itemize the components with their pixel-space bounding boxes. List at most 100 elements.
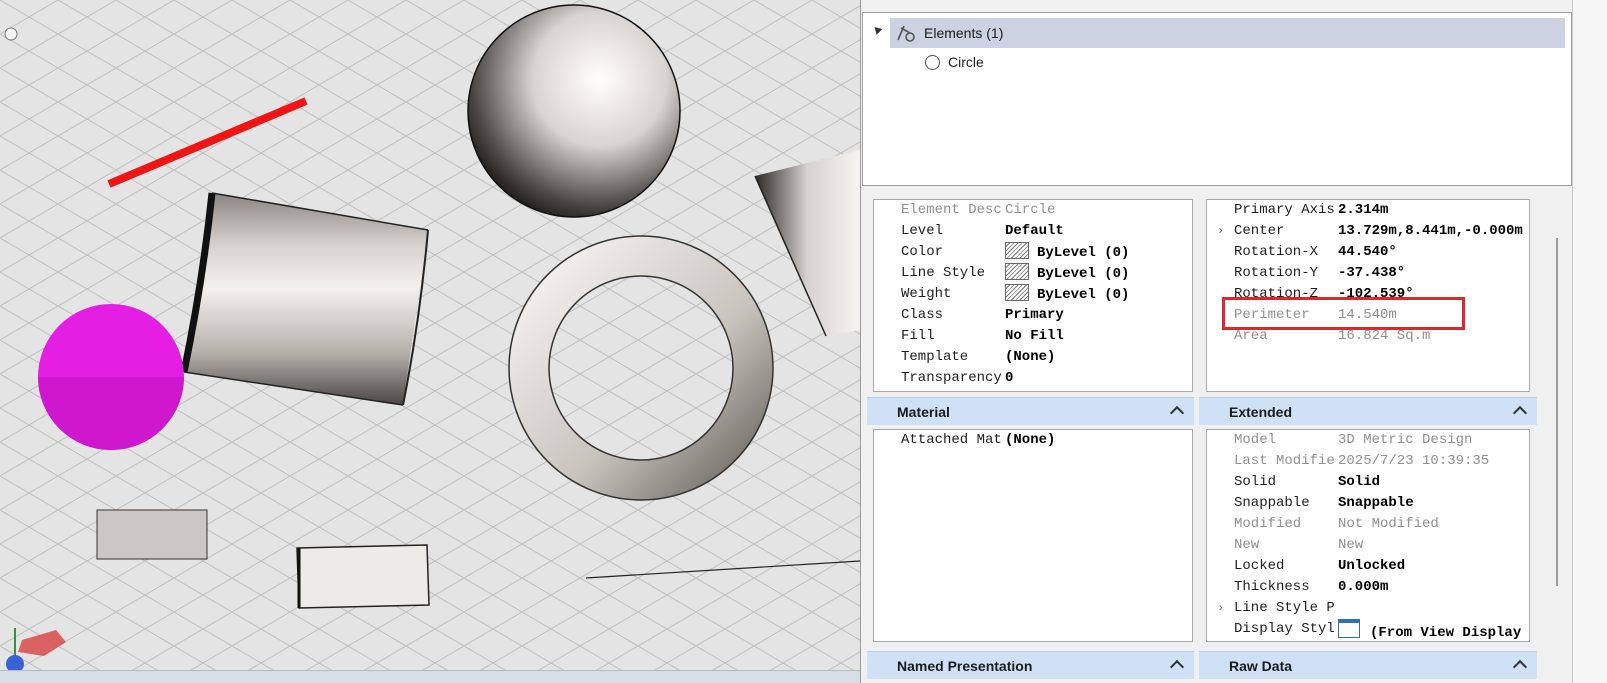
property-label: Color [901, 244, 944, 260]
magenta-sphere[interactable] [38, 304, 184, 450]
property-value[interactable]: 0 [1005, 368, 1192, 389]
property-value-text: 2.314m [1338, 202, 1389, 218]
property-label: Last Modified [1234, 453, 1334, 469]
named-presentation-title: Named Presentation [897, 658, 1033, 674]
property-value[interactable]: 2025/7/23 10:39:35 [1338, 451, 1529, 472]
property-value-text: 13.729m,8.441m,-0.000m [1338, 223, 1523, 239]
design-viewport[interactable] [0, 0, 860, 683]
property-row[interactable]: Snappable Snappable [1207, 493, 1529, 514]
property-value[interactable]: ByLevel (0) [1005, 263, 1192, 284]
property-row[interactable]: Display Style (From View Display [1207, 619, 1529, 640]
property-row[interactable]: New New [1207, 535, 1529, 556]
property-label: Level [901, 223, 944, 239]
collapse-chevron-icon[interactable] [1512, 659, 1528, 675]
sphere[interactable] [467, 4, 681, 218]
property-row[interactable]: Last Modified 2025/7/23 10:39:35 [1207, 451, 1529, 472]
property-value-text: -37.438° [1338, 265, 1406, 281]
property-row[interactable]: Level Default [874, 221, 1192, 242]
gray-box[interactable] [96, 509, 208, 560]
property-label: Rotation-X [1234, 244, 1319, 260]
cylinder[interactable] [180, 192, 429, 406]
geometry-properties-grid[interactable]: Primary Axis 2.314m › Center 13.729m,8.441m,… [1206, 199, 1530, 392]
elements-icon [897, 25, 915, 42]
collapse-chevron-icon[interactable] [1512, 405, 1528, 421]
expand-chevron-icon[interactable]: › [1217, 598, 1224, 619]
property-row[interactable]: Line Style ByLevel (0) [874, 263, 1192, 284]
property-value[interactable]: New [1338, 535, 1529, 556]
property-row[interactable]: Modified Not Modified [1207, 514, 1529, 535]
property-value[interactable]: Unlocked [1338, 556, 1529, 577]
property-row[interactable]: Solid Solid [1207, 472, 1529, 493]
tree-child-label: Circle [948, 54, 984, 70]
property-value-text: (None) [1005, 432, 1056, 448]
collapse-chevron-icon[interactable] [1169, 659, 1185, 675]
property-row[interactable]: Primary Axis 2.314m [1207, 200, 1529, 221]
property-value[interactable]: (None) [1005, 430, 1192, 451]
extended-properties-grid[interactable]: Model 3D Metric Design Last Modified 2025/7… [1206, 429, 1530, 642]
property-value[interactable]: Primary [1005, 305, 1192, 326]
collapse-arrow-icon[interactable] [871, 24, 883, 35]
viewport-status-bar [0, 670, 860, 683]
property-row[interactable]: Color ByLevel (0) [874, 242, 1192, 263]
property-row[interactable]: Rotation-Y -37.438° [1207, 263, 1529, 284]
property-row[interactable]: Transparency 0 [874, 368, 1192, 389]
property-value[interactable]: Default [1005, 221, 1192, 242]
property-label: Primary Axis [1234, 202, 1334, 218]
property-value[interactable]: 13.729m,8.441m,-0.000m [1338, 221, 1529, 242]
property-value[interactable]: 3D Metric Design [1338, 430, 1529, 451]
property-value[interactable]: (From View Display [1338, 619, 1529, 640]
property-value[interactable]: -37.438° [1338, 263, 1529, 284]
property-value[interactable]: 44.540° [1338, 242, 1529, 263]
property-label: Template [901, 349, 969, 365]
panel-scrollbar[interactable] [1556, 238, 1558, 586]
property-value[interactable]: ByLevel (0) [1005, 242, 1192, 263]
property-value[interactable]: No Fill [1005, 326, 1192, 347]
property-row[interactable]: › Line Style Pa [1207, 598, 1529, 619]
material-section-header[interactable]: Material [867, 397, 1194, 425]
white-box[interactable] [296, 544, 430, 609]
property-row[interactable]: Rotation-X 44.540° [1207, 242, 1529, 263]
property-value[interactable]: Snappable [1338, 493, 1529, 514]
property-value[interactable]: 2.314m [1338, 200, 1529, 221]
property-row[interactable]: Attached Mate (None) [874, 430, 1192, 451]
property-row[interactable]: Element Descr Circle [874, 200, 1192, 221]
property-value[interactable]: Not Modified [1338, 514, 1529, 535]
tree-item-elements[interactable]: Elements (1) [890, 18, 1565, 48]
property-row[interactable]: Model 3D Metric Design [1207, 430, 1529, 451]
property-value[interactable]: (None) [1005, 347, 1192, 368]
property-row[interactable]: Locked Unlocked [1207, 556, 1529, 577]
expand-chevron-icon[interactable]: › [1217, 221, 1224, 242]
extended-section-header[interactable]: Extended [1199, 397, 1537, 425]
property-row[interactable]: Class Primary [874, 305, 1192, 326]
general-properties-grid[interactable]: Element Descr Circle Level Default Color ByLe… [873, 199, 1193, 392]
property-value-text: 16.824 Sq.m [1338, 328, 1431, 344]
collapse-chevron-icon[interactable] [1169, 405, 1185, 421]
property-value-text: Solid [1338, 474, 1381, 490]
property-value[interactable]: Circle [1005, 200, 1192, 221]
property-row[interactable]: Fill No Fill [874, 326, 1192, 347]
property-row[interactable]: Thickness 0.000m [1207, 577, 1529, 598]
property-row[interactable]: › Center 13.729m,8.441m,-0.000m [1207, 221, 1529, 242]
property-label: Center [1234, 223, 1285, 239]
property-value-text: 0.000m [1338, 579, 1389, 595]
viewport-canvas[interactable] [0, 0, 860, 683]
property-value[interactable]: 0.000m [1338, 577, 1529, 598]
material-section-title: Material [897, 404, 950, 420]
element-tree[interactable]: Elements (1) Circle [862, 12, 1572, 186]
property-value-text: 2025/7/23 10:39:35 [1338, 453, 1490, 469]
tree-item-circle[interactable]: Circle [923, 47, 984, 77]
property-label: Solid [1234, 474, 1277, 490]
raw-data-section-header[interactable]: Raw Data [1199, 651, 1537, 679]
property-value[interactable]: Solid [1338, 472, 1529, 493]
property-label: Weight [901, 286, 952, 302]
property-value-text: (None) [1005, 349, 1056, 365]
bylevel-swatch-icon [1005, 263, 1029, 280]
property-label: Rotation-Y [1234, 265, 1319, 281]
property-row[interactable]: Template (None) [874, 347, 1192, 368]
named-presentation-section-header[interactable]: Named Presentation [867, 651, 1194, 679]
property-label: Thickness [1234, 579, 1310, 595]
material-properties-grid[interactable]: Attached Mate (None) [873, 429, 1193, 642]
circle-icon [925, 54, 940, 70]
property-value[interactable]: ByLevel (0) [1005, 284, 1192, 305]
property-row[interactable]: Weight ByLevel (0) [874, 284, 1192, 305]
